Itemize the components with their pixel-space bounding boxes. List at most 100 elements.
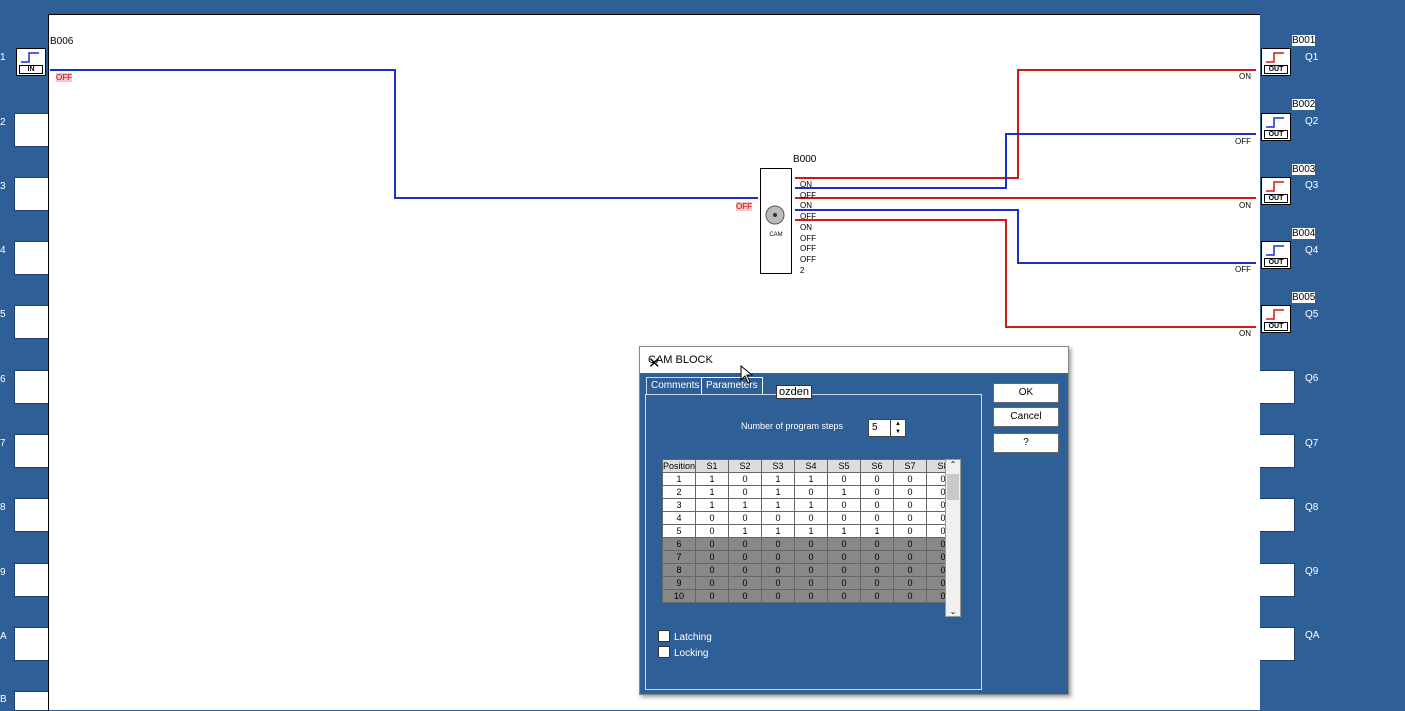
- table-row[interactable]: 210101000: [661, 485, 961, 499]
- step-cell[interactable]: 0: [827, 550, 862, 564]
- step-cell[interactable]: 1: [695, 498, 730, 512]
- table-row[interactable]: 700000000: [661, 550, 961, 564]
- checkbox-box[interactable]: [658, 630, 670, 642]
- step-cell[interactable]: 1: [761, 485, 796, 499]
- cancel-button[interactable]: Cancel: [993, 407, 1059, 427]
- table-row[interactable]: 10 0 0 0 0 0 0 0 0: [661, 589, 961, 603]
- table-row[interactable]: 600000000: [661, 537, 961, 551]
- step-cell[interactable]: 0: [728, 485, 763, 499]
- help-button[interactable]: ?: [993, 433, 1059, 453]
- position-cell[interactable]: 10: [661, 589, 697, 603]
- step-cell[interactable]: 1: [761, 498, 796, 512]
- step-cell[interactable]: 0: [827, 589, 862, 603]
- step-cell[interactable]: 0: [761, 550, 796, 564]
- step-cell[interactable]: 0: [893, 576, 928, 590]
- output-block[interactable]: OUT: [1261, 177, 1291, 205]
- step-cell[interactable]: 1: [728, 524, 763, 538]
- step-cell[interactable]: 0: [827, 511, 862, 525]
- position-cell[interactable]: 8: [661, 563, 697, 577]
- step-cell[interactable]: 1: [695, 485, 730, 499]
- step-cell[interactable]: 0: [860, 563, 895, 577]
- step-cell[interactable]: 0: [761, 563, 796, 577]
- step-cell[interactable]: 1: [695, 472, 730, 486]
- position-cell[interactable]: 5: [661, 524, 697, 538]
- step-cell[interactable]: 0: [695, 576, 730, 590]
- step-cell[interactable]: 0: [761, 511, 796, 525]
- step-cell[interactable]: 0: [893, 550, 928, 564]
- step-cell[interactable]: 0: [695, 589, 730, 603]
- step-cell[interactable]: 0: [860, 589, 895, 603]
- step-cell[interactable]: 0: [794, 576, 829, 590]
- scrollbar-thumb[interactable]: [947, 474, 959, 500]
- spin-arrows-icon[interactable]: ▲ ▼: [890, 420, 905, 436]
- position-cell[interactable]: 6: [661, 537, 697, 551]
- table-row[interactable]: 311110000: [661, 498, 961, 512]
- table-scrollbar[interactable]: ⌃ ⌄: [945, 459, 961, 617]
- step-cell[interactable]: 1: [827, 524, 862, 538]
- step-cell[interactable]: 0: [728, 472, 763, 486]
- step-cell[interactable]: 0: [860, 537, 895, 551]
- step-cell[interactable]: 0: [794, 563, 829, 577]
- step-cell[interactable]: 0: [893, 498, 928, 512]
- step-cell[interactable]: 0: [893, 472, 928, 486]
- step-cell[interactable]: 0: [761, 537, 796, 551]
- step-cell[interactable]: 0: [827, 537, 862, 551]
- step-cell[interactable]: 1: [794, 472, 829, 486]
- step-cell[interactable]: 0: [827, 498, 862, 512]
- locking-checkbox[interactable]: Locking: [658, 646, 708, 659]
- position-cell[interactable]: 1: [661, 472, 697, 486]
- step-cell[interactable]: 0: [761, 589, 796, 603]
- step-cell[interactable]: 0: [893, 537, 928, 551]
- step-cell[interactable]: 0: [860, 498, 895, 512]
- step-cell[interactable]: 0: [893, 589, 928, 603]
- step-cell[interactable]: 0: [893, 524, 928, 538]
- close-icon[interactable]: ✕: [648, 354, 1060, 372]
- position-cell[interactable]: 4: [661, 511, 697, 525]
- table-row[interactable]: 501111100: [661, 524, 961, 538]
- cam-program-table[interactable]: Position S1 S2 S3 S4 S5 S6 S7 S8 1101100…: [661, 459, 961, 603]
- step-cell[interactable]: 0: [728, 537, 763, 551]
- step-cell[interactable]: 1: [794, 524, 829, 538]
- position-cell[interactable]: 9: [661, 576, 697, 590]
- step-cell[interactable]: 1: [827, 485, 862, 499]
- step-cell[interactable]: 0: [893, 563, 928, 577]
- step-cell[interactable]: 1: [860, 524, 895, 538]
- step-cell[interactable]: 0: [860, 550, 895, 564]
- position-cell[interactable]: 7: [661, 550, 697, 564]
- step-cell[interactable]: 0: [860, 576, 895, 590]
- position-cell[interactable]: 3: [661, 498, 697, 512]
- step-cell[interactable]: 0: [893, 511, 928, 525]
- step-cell[interactable]: 0: [728, 511, 763, 525]
- step-cell[interactable]: 0: [794, 589, 829, 603]
- step-cell[interactable]: 0: [728, 576, 763, 590]
- table-row[interactable]: 110110000: [661, 472, 961, 486]
- tab-comments[interactable]: Comments: [646, 377, 705, 394]
- step-cell[interactable]: 0: [794, 537, 829, 551]
- step-cell[interactable]: 1: [728, 498, 763, 512]
- step-cell[interactable]: 0: [860, 472, 895, 486]
- step-cell[interactable]: 0: [728, 550, 763, 564]
- chevron-down-icon[interactable]: ⌄: [946, 607, 960, 616]
- position-cell[interactable]: 2: [661, 485, 697, 499]
- step-cell[interactable]: 0: [695, 550, 730, 564]
- step-cell[interactable]: 0: [761, 576, 796, 590]
- output-block[interactable]: OUT: [1261, 305, 1291, 333]
- step-cell[interactable]: 0: [893, 485, 928, 499]
- input-block[interactable]: IN: [16, 48, 46, 76]
- chevron-up-icon[interactable]: ⌃: [946, 460, 960, 469]
- step-cell[interactable]: 1: [761, 472, 796, 486]
- step-cell[interactable]: 0: [695, 524, 730, 538]
- step-cell[interactable]: 1: [794, 498, 829, 512]
- table-row[interactable]: 900000000: [661, 576, 961, 590]
- cam-block[interactable]: CAM: [760, 168, 792, 274]
- output-block[interactable]: OUT: [1261, 241, 1291, 269]
- step-cell[interactable]: 0: [728, 563, 763, 577]
- output-block[interactable]: OUT: [1261, 113, 1291, 141]
- step-cell[interactable]: 0: [695, 563, 730, 577]
- step-cell[interactable]: 0: [860, 511, 895, 525]
- checkbox-box[interactable]: [658, 646, 670, 658]
- table-row[interactable]: 800000000: [661, 563, 961, 577]
- step-cell[interactable]: 0: [695, 511, 730, 525]
- step-cell[interactable]: 0: [827, 563, 862, 577]
- table-row[interactable]: 400000000: [661, 511, 961, 525]
